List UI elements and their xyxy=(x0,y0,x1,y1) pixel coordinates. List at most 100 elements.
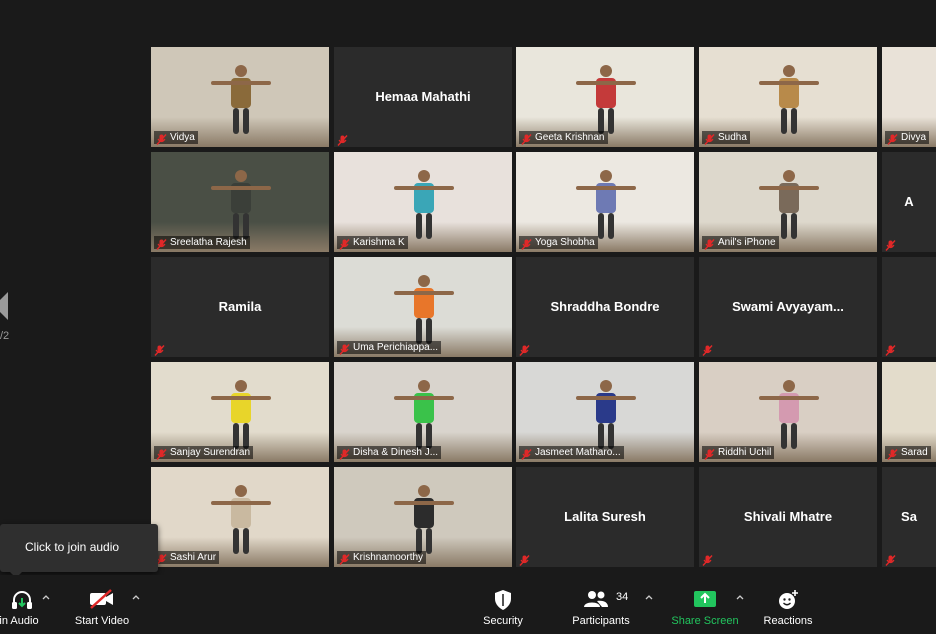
participants-label: Participants xyxy=(572,615,630,627)
participant-tile[interactable]: Vidya xyxy=(151,47,329,147)
mic-muted-icon xyxy=(704,132,715,145)
participant-tile[interactable]: Shraddha Bondre xyxy=(516,257,694,357)
participant-name-tag: Krishnamoorthy xyxy=(337,551,427,565)
participant-name: Riddhi Uchil xyxy=(718,447,772,458)
participant-name: Geeta Krishnan xyxy=(535,132,605,143)
join-audio-button[interactable]: in Audio xyxy=(0,575,44,634)
mic-muted-icon xyxy=(887,447,898,460)
share-options-chevron-icon[interactable] xyxy=(736,593,744,601)
participant-tile[interactable]: Sreelatha Rajesh xyxy=(151,152,329,252)
previous-page-arrow-icon[interactable] xyxy=(0,292,8,320)
meeting-toolbar: in Audio Start Video Security 34 Partici… xyxy=(0,575,936,634)
mic-muted-icon xyxy=(521,132,532,145)
mic-muted-icon xyxy=(156,237,167,250)
mic-muted-icon xyxy=(339,552,350,565)
participant-tile[interactable]: Sarad xyxy=(882,362,936,462)
reactions-label: Reactions xyxy=(763,615,813,627)
mic-muted-icon xyxy=(339,237,350,250)
participant-tile[interactable]: Sa xyxy=(882,467,936,567)
participant-tile[interactable]: Uma Perichiappa... xyxy=(334,257,512,357)
participant-name-tag: Sashi Arur xyxy=(154,551,220,565)
security-button[interactable]: Security xyxy=(476,575,530,634)
participants-count: 34 xyxy=(616,591,629,603)
participant-name: Divya xyxy=(901,132,927,143)
participant-tile[interactable]: Riddhi Uchil xyxy=(699,362,877,462)
participant-tile[interactable]: Geeta Krishnan xyxy=(516,47,694,147)
participant-tile[interactable]: Anil's iPhone xyxy=(699,152,877,252)
share-screen-button[interactable]: Share Screen xyxy=(670,575,740,634)
start-video-button[interactable]: Start Video xyxy=(70,575,134,634)
participants-icon xyxy=(583,591,608,607)
security-label: Security xyxy=(483,615,523,627)
participant-name: Krishnamoorthy xyxy=(353,552,424,563)
share-screen-label: Share Screen xyxy=(671,615,739,627)
mic-muted-icon xyxy=(887,132,898,145)
video-options-chevron-icon[interactable] xyxy=(132,593,140,601)
participant-tile[interactable]: Karishma K xyxy=(334,152,512,252)
participant-name-display: Swami Avyayam... xyxy=(732,299,844,314)
participant-name: Sashi Arur xyxy=(170,552,217,563)
participant-name: Jasmeet Matharo... xyxy=(535,447,621,458)
participant-name-tag: Sreelatha Rajesh xyxy=(154,236,250,250)
participant-name-tag: Riddhi Uchil xyxy=(702,446,775,460)
mic-muted-icon xyxy=(702,343,713,356)
mic-muted-icon xyxy=(339,447,350,460)
participant-tile[interactable]: Lalita Suresh xyxy=(516,467,694,567)
mic-muted-icon xyxy=(339,342,350,355)
participant-name: Sreelatha Rajesh xyxy=(170,237,247,248)
participant-tile[interactable]: Sanjay Surendran xyxy=(151,362,329,462)
participant-tile[interactable]: Shivali Mhatre xyxy=(699,467,877,567)
participant-tile[interactable]: A xyxy=(882,152,936,252)
participant-tile[interactable]: Disha & Dinesh J... xyxy=(334,362,512,462)
tooltip-text: Click to join audio xyxy=(25,540,120,554)
participant-name-display: Lalita Suresh xyxy=(564,509,646,524)
participant-name-display: Hemaa Mahathi xyxy=(375,89,471,104)
participant-name: Anil's iPhone xyxy=(718,237,776,248)
participant-name-tag: Sanjay Surendran xyxy=(154,446,254,460)
participant-tile[interactable]: Ramila xyxy=(151,257,329,357)
participant-name-display: Shraddha Bondre xyxy=(550,299,660,314)
smiley-plus-icon xyxy=(779,590,798,609)
participant-name: Sanjay Surendran xyxy=(170,447,251,458)
participant-tile[interactable]: Jasmeet Matharo... xyxy=(516,362,694,462)
participant-name-tag: Jasmeet Matharo... xyxy=(519,446,624,460)
audio-options-chevron-icon[interactable] xyxy=(42,593,50,601)
participant-name-tag: Anil's iPhone xyxy=(702,236,779,250)
participant-tile[interactable]: Sashi Arur xyxy=(151,467,329,567)
participant-name: Disha & Dinesh J... xyxy=(353,447,439,458)
share-screen-icon xyxy=(694,591,716,607)
mic-muted-icon xyxy=(156,132,167,145)
page-indicator: /2 xyxy=(0,330,10,342)
participant-tile[interactable]: Divya xyxy=(882,47,936,147)
reactions-button[interactable]: Reactions xyxy=(760,575,816,634)
participant-name: Sarad xyxy=(901,447,928,458)
mic-muted-icon xyxy=(885,238,896,251)
start-video-label: Start Video xyxy=(74,615,130,627)
mic-muted-icon xyxy=(337,133,348,146)
participant-name-display: A xyxy=(904,194,914,209)
mic-muted-icon xyxy=(704,447,715,460)
mic-muted-icon xyxy=(702,553,713,566)
mic-muted-icon xyxy=(521,447,532,460)
participant-name-tag: Disha & Dinesh J... xyxy=(337,446,442,460)
participant-tile[interactable] xyxy=(882,257,936,357)
participant-tile[interactable]: Krishnamoorthy xyxy=(334,467,512,567)
participant-name-tag: Geeta Krishnan xyxy=(519,131,608,145)
participant-name-display: Shivali Mhatre xyxy=(743,509,833,524)
mic-muted-icon xyxy=(156,447,167,460)
participants-button[interactable]: 34 Participants xyxy=(568,575,634,634)
participant-name-tag: Sarad xyxy=(885,446,931,460)
participant-name: Yoga Shobha xyxy=(535,237,595,248)
participant-tile[interactable]: Hemaa Mahathi xyxy=(334,47,512,147)
participant-tile[interactable]: Yoga Shobha xyxy=(516,152,694,252)
participant-name: Karishma K xyxy=(353,237,405,248)
mic-muted-icon xyxy=(519,343,530,356)
join-audio-tooltip: Click to join audio xyxy=(0,524,158,578)
participant-tile[interactable]: Swami Avyayam... xyxy=(699,257,877,357)
participants-options-chevron-icon[interactable] xyxy=(645,593,653,601)
participant-name: Uma Perichiappa... xyxy=(353,342,439,353)
participant-name-tag: Sudha xyxy=(702,131,750,145)
participant-tile[interactable]: Sudha xyxy=(699,47,877,147)
video-off-icon xyxy=(90,589,113,609)
mic-muted-icon xyxy=(885,343,896,356)
